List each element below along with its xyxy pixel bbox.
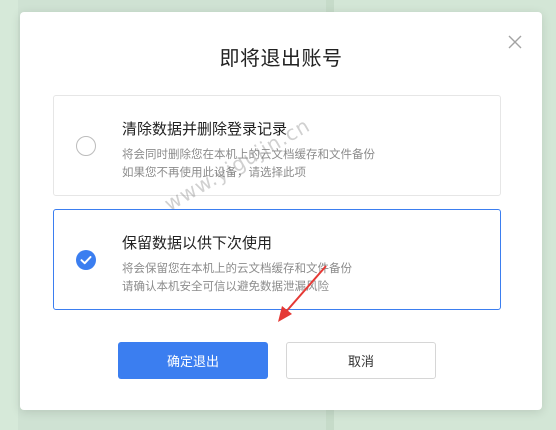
option-keep-data[interactable]: 保留数据以供下次使用 将会保留您在本机上的云文档缓存和文件备份 请确认本机安全可… [53, 209, 501, 310]
radio-unchecked-icon[interactable] [76, 136, 96, 156]
background-left [0, 0, 18, 430]
radio-checked-icon[interactable] [76, 250, 96, 270]
option-clear-data[interactable]: 清除数据并删除登录记录 将会同时删除您在本机上的云文档缓存和文件备份 如果您不再… [53, 95, 501, 196]
option-description: 如果您不再使用此设备，请选择此项 [122, 165, 306, 179]
dialog-title: 即将退出账号 [219, 46, 343, 70]
option-description: 将会同时删除您在本机上的云文档缓存和文件备份 [122, 147, 375, 161]
cancel-button[interactable]: 取消 [286, 342, 436, 379]
confirm-logout-button[interactable]: 确定退出 [118, 342, 268, 379]
option-description: 请确认本机安全可信以避免数据泄漏风险 [122, 279, 329, 293]
option-title: 清除数据并删除登录记录 [122, 120, 288, 138]
logout-dialog: 即将退出账号 清除数据并删除登录记录 将会同时删除您在本机上的云文档缓存和文件备… [20, 12, 542, 410]
option-description: 将会保留您在本机上的云文档缓存和文件备份 [122, 261, 352, 275]
option-title: 保留数据以供下次使用 [122, 234, 273, 252]
